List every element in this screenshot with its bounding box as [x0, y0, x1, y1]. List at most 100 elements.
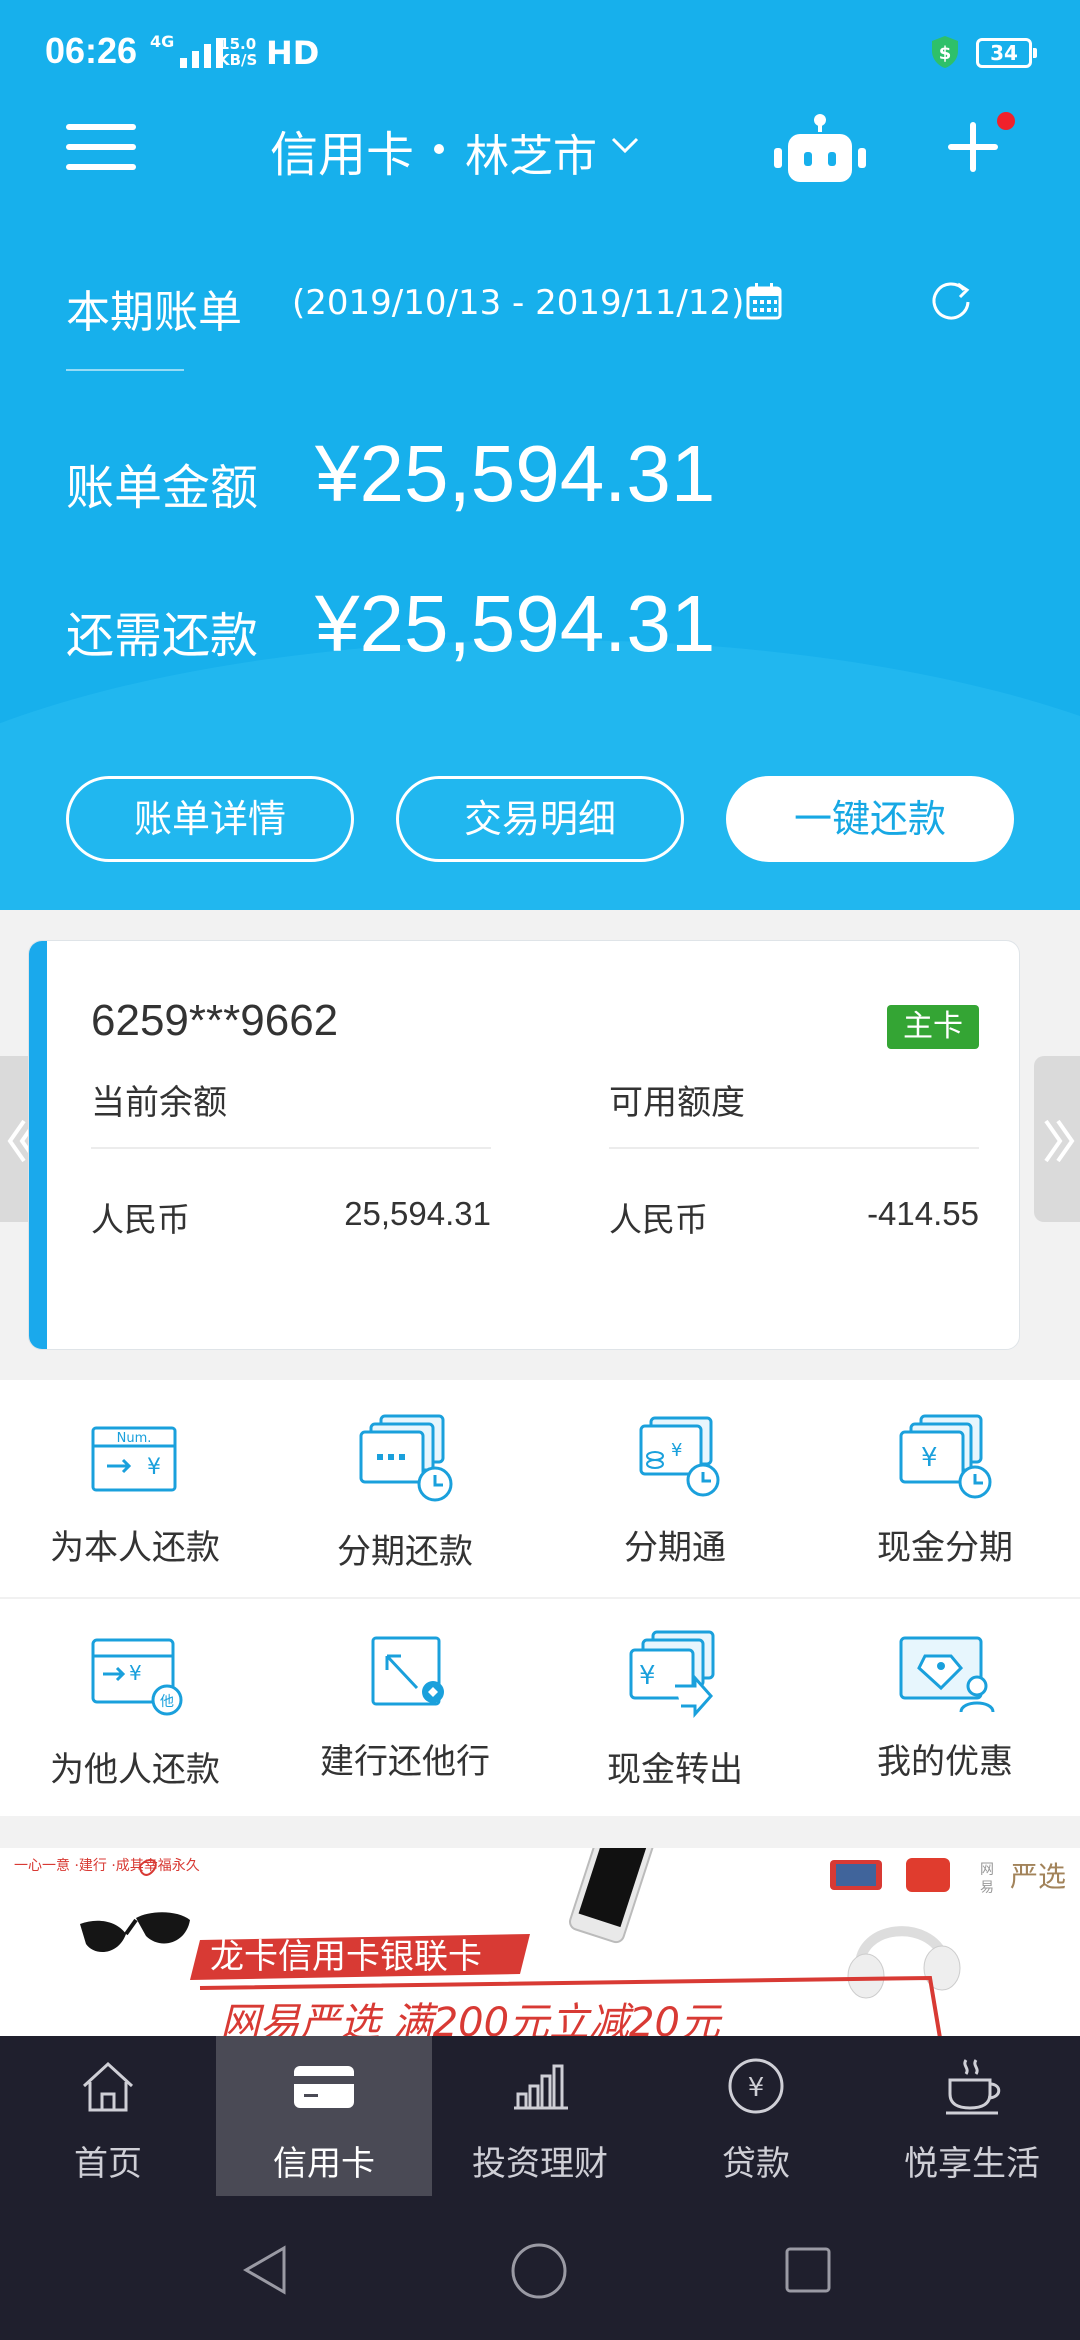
tab-label: 贷款 — [722, 2144, 790, 2184]
coffee-cup-icon — [946, 2059, 1001, 2115]
chevron-right-icon — [1044, 1119, 1075, 1163]
svg-text:一心一意 ·建行 ·成其幸福永久: 一心一意 ·建行 ·成其幸福永久 — [14, 1857, 200, 1874]
svg-text:网: 网 — [980, 1862, 994, 1878]
bill-detail-button[interactable]: 账单详情 — [66, 776, 354, 862]
bill-period: (2019/10/13 - 2019/11/12) — [292, 283, 745, 323]
svg-text:¥: ¥ — [129, 1661, 142, 1685]
installment-repay-icon — [359, 1414, 453, 1502]
calendar-icon[interactable] — [746, 282, 782, 320]
status-time: 06:26 — [45, 30, 138, 71]
tab-invest[interactable]: 投资理财 — [432, 2036, 648, 2196]
primary-card-badge: 主卡 — [887, 1005, 979, 1049]
svg-text:¥: ¥ — [147, 1455, 161, 1480]
bill-amount-value: ¥25,594.31 — [315, 429, 716, 518]
svg-text:¥: ¥ — [639, 1661, 656, 1691]
bottom-tab-bar: 首页 信用卡 投资理财 ¥ 贷款 悦享生活 — [0, 2036, 1080, 2196]
network-type: 4G — [150, 32, 175, 51]
quick-label: 分期还款 — [337, 1532, 473, 1572]
bill-header: 06:26 4G 15.0 KB/S HD $ 34 信用卡 林芝市 本期账单 (… — [0, 0, 1080, 910]
recent-apps-icon[interactable] — [784, 2246, 832, 2294]
credit-card-page: 06:26 4G 15.0 KB/S HD $ 34 信用卡 林芝市 本期账单 (… — [0, 0, 1080, 2340]
one-click-repay-button[interactable]: 一键还款 — [726, 776, 1014, 862]
credit-limit-value: -414.55 — [867, 1195, 979, 1232]
back-icon[interactable] — [240, 2244, 292, 2296]
tab-label: 悦享生活 — [904, 2144, 1040, 2184]
tab-credit-card[interactable]: 信用卡 — [216, 2036, 432, 2196]
network-speed: 15.0 KB/S — [218, 35, 258, 69]
credit-currency: 人民币 — [609, 1200, 708, 1239]
city-selector[interactable]: 林芝市 — [465, 120, 597, 184]
transaction-detail-button[interactable]: 交易明细 — [396, 776, 684, 862]
quick-label: 分期通 — [624, 1528, 726, 1568]
notification-dot — [997, 112, 1015, 130]
credit-card-icon — [294, 2066, 354, 2108]
quick-cash-transfer[interactable]: ¥ 现金转出 — [540, 1598, 810, 1798]
svg-text:严选: 严选 — [1010, 1860, 1066, 1893]
next-card-button[interactable] — [1034, 1056, 1080, 1222]
credit-limit-label: 可用额度 — [609, 1083, 745, 1123]
tab-label: 首页 — [74, 2144, 142, 2184]
tab-label: 投资理财 — [472, 2144, 608, 2184]
due-amount-value: ¥25,594.31 — [315, 579, 716, 668]
my-offers-icon — [899, 1636, 995, 1713]
quick-self-repay[interactable]: Num. ¥ 为本人还款 — [0, 1380, 270, 1580]
credit-card-panel[interactable]: 6259***9662 主卡 当前余额 可用额度 人民币 25,594.31 人… — [28, 940, 1020, 1350]
balance-value: 25,594.31 — [344, 1195, 491, 1232]
bill-amount-label: 账单金额 — [66, 460, 259, 516]
other-bank-repay-icon — [371, 1636, 444, 1706]
loan-yen-icon: ¥ — [728, 2058, 784, 2114]
due-amount-label: 还需还款 — [66, 608, 259, 664]
system-navigation-bar — [0, 2196, 1080, 2340]
quick-other-bank-repay[interactable]: 建行还他行 — [270, 1598, 540, 1798]
promo-banner[interactable]: 一心一意 ·建行 ·成其幸福永久 网 易 严选 龙卡信用卡银联卡 网易严选 满2… — [0, 1848, 1080, 2038]
svg-text:龙卡信用卡银联卡: 龙卡信用卡银联卡 — [210, 1937, 482, 1977]
home-icon — [82, 2061, 134, 2112]
add-button[interactable] — [948, 122, 998, 172]
chevron-down-icon[interactable] — [610, 130, 640, 160]
quick-label: 我的优惠 — [877, 1742, 1013, 1782]
headphones-icon — [847, 1926, 961, 1999]
tab-home[interactable]: 首页 — [0, 2036, 216, 2196]
svg-text:¥: ¥ — [921, 1443, 938, 1473]
status-bar: 06:26 4G 15.0 KB/S HD $ 34 — [0, 0, 1080, 110]
self-repay-icon: Num. ¥ — [91, 1426, 177, 1492]
robot-assistant-icon[interactable] — [770, 112, 870, 192]
promo-banner-art: 一心一意 ·建行 ·成其幸福永久 网 易 严选 龙卡信用卡银联卡 网易严选 满2… — [14, 1848, 1066, 2038]
quick-my-offers[interactable]: 我的优惠 — [810, 1598, 1080, 1798]
svg-text:易: 易 — [980, 1880, 994, 1896]
battery-indicator: 34 — [976, 38, 1037, 68]
sunglasses-icon — [80, 1912, 190, 1953]
quick-cash-installment[interactable]: ¥ 现金分期 — [810, 1380, 1080, 1580]
balance-label: 当前余额 — [91, 1083, 227, 1123]
quick-others-repay[interactable]: ¥ 他 为他人还款 — [0, 1598, 270, 1798]
cash-installment-icon: ¥ — [899, 1414, 992, 1499]
tab-loan[interactable]: ¥ 贷款 — [648, 2036, 864, 2196]
refresh-icon[interactable] — [928, 278, 974, 324]
tab-label: 信用卡 — [273, 2144, 375, 2184]
installment-pass-icon: ¥ — [639, 1416, 720, 1497]
svg-text:¥: ¥ — [671, 1440, 682, 1461]
quick-label: 现金分期 — [877, 1528, 1013, 1568]
quick-label: 建行还他行 — [320, 1742, 490, 1782]
quick-installment-pass[interactable]: ¥ 分期通 — [540, 1380, 810, 1580]
home-circle-icon[interactable] — [510, 2242, 568, 2300]
page-title: 信用卡 — [270, 127, 415, 183]
bill-title: 本期账单 — [66, 287, 242, 338]
svg-text:他: 他 — [160, 1694, 174, 1710]
svg-text:¥: ¥ — [748, 2073, 765, 2103]
svg-text:$: $ — [939, 43, 952, 64]
quick-label: 为他人还款 — [50, 1750, 220, 1790]
hd-indicator: HD — [266, 34, 320, 72]
menu-icon[interactable] — [66, 124, 136, 172]
svg-text:网易严选 满200元立减20元: 网易严选 满200元立减20元 — [220, 2000, 723, 2038]
tab-lifestyle[interactable]: 悦享生活 — [864, 2036, 1080, 2196]
quick-installment-repay[interactable]: 分期还款 — [270, 1380, 540, 1580]
svg-text:Num.: Num. — [117, 1431, 152, 1446]
invest-chart-icon — [514, 2064, 568, 2110]
cash-transfer-icon: ¥ — [629, 1630, 715, 1718]
signal-icon — [180, 34, 223, 68]
others-repay-icon: ¥ 他 — [91, 1638, 183, 1716]
security-shield-icon: $ — [932, 36, 958, 68]
quick-label: 为本人还款 — [50, 1528, 220, 1568]
phone-icon — [569, 1848, 655, 1944]
